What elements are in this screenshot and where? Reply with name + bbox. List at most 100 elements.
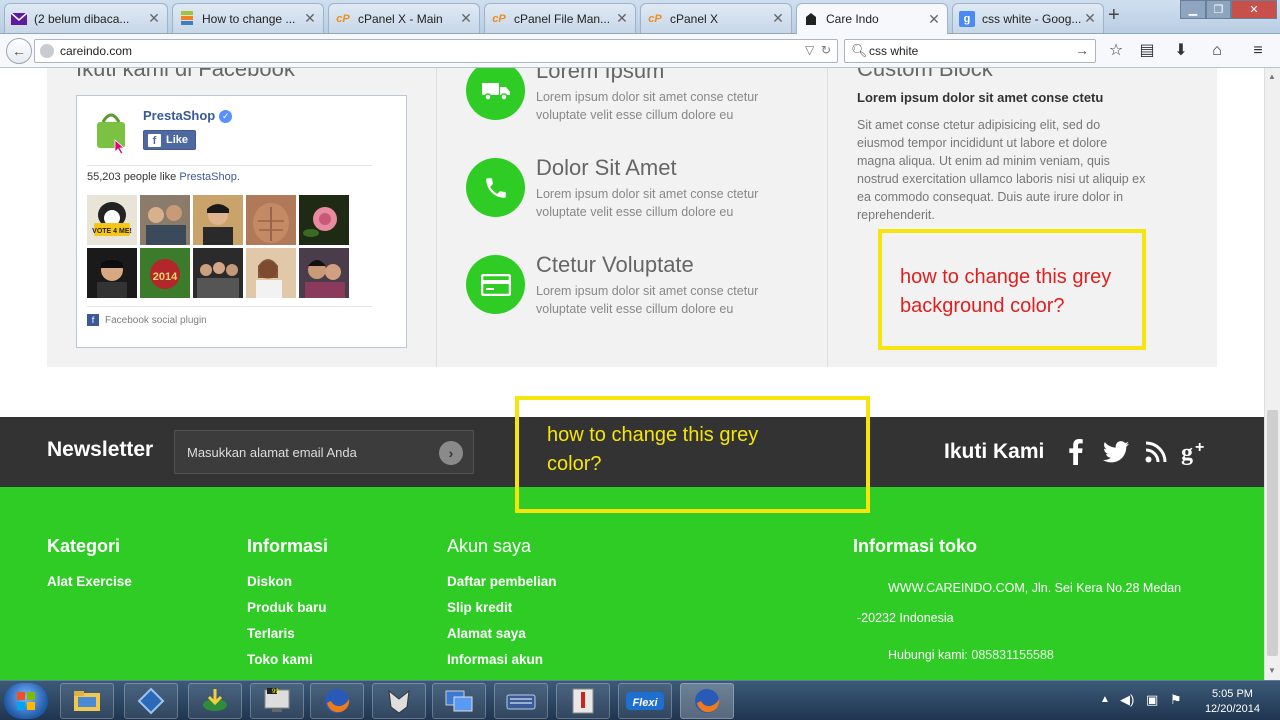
svg-text:g: g xyxy=(1181,440,1193,466)
footer-link-informasi-akun[interactable]: Informasi akun xyxy=(447,652,543,667)
scroll-up-arrow-icon[interactable]: ▲ xyxy=(1268,72,1276,81)
newsletter-title: Newsletter xyxy=(47,438,154,461)
twitter-icon[interactable] xyxy=(1102,437,1130,467)
footer-link-daftar-pembelian[interactable]: Daftar pembelian xyxy=(447,574,557,589)
svg-text:2014: 2014 xyxy=(153,271,178,283)
keyboard-app[interactable] xyxy=(494,683,548,719)
action-center-icon[interactable]: ⚑ xyxy=(1170,692,1182,708)
close-window-button[interactable]: ✕ xyxy=(1231,0,1277,19)
footer-link-terlaris[interactable]: Terlaris xyxy=(247,626,295,641)
green-footer: Kategori Alat Exercise Informasi Diskon … xyxy=(0,487,1264,680)
scroll-down-arrow-icon[interactable]: ▼ xyxy=(1268,666,1276,675)
monitor-app[interactable]: 99 xyxy=(250,683,304,719)
footer-link-produk-baru[interactable]: Produk baru xyxy=(247,600,327,615)
scrollbar-thumb[interactable] xyxy=(1267,410,1278,656)
close-tab-icon[interactable]: ✕ xyxy=(927,11,941,28)
tab-cpanel-main[interactable]: cP cPanel X - Main ✕ xyxy=(328,3,480,33)
google-plus-icon[interactable]: g + xyxy=(1180,437,1212,467)
reload-icon[interactable]: ↻ xyxy=(821,43,831,57)
store-phone-number[interactable]: 085831155588 xyxy=(971,648,1054,662)
vertical-scrollbar[interactable]: ▲ ▼ xyxy=(1264,68,1280,680)
tab-cpanel-x[interactable]: cP cPanel X ✕ xyxy=(640,3,792,33)
footer-link-alamat-saya[interactable]: Alamat saya xyxy=(447,626,526,641)
bookmark-star-icon[interactable]: ☆ xyxy=(1106,42,1126,62)
clock[interactable]: 5:05 PM 12/20/2014 xyxy=(1205,687,1260,717)
monitor-icon: 99 xyxy=(264,688,290,712)
feature-text: Lorem ipsum dolor sit amet conse ctetur … xyxy=(536,284,759,316)
rss-icon[interactable] xyxy=(1144,437,1168,467)
back-arrow-icon: ← xyxy=(12,43,26,59)
fan-avatar[interactable] xyxy=(246,248,296,298)
fan-avatar[interactable] xyxy=(246,195,296,245)
footer-akun-heading[interactable]: Akun saya xyxy=(447,536,531,557)
fan-avatar[interactable] xyxy=(87,248,137,298)
back-button[interactable]: ← xyxy=(6,38,32,64)
like-count: 55,203 people like PrestaShop. xyxy=(87,171,240,183)
fan-avatar[interactable] xyxy=(193,248,243,298)
downloads-icon[interactable]: ⬇ xyxy=(1171,42,1191,62)
firefox-icon xyxy=(695,689,720,713)
search-go-icon[interactable]: → xyxy=(1075,42,1089,58)
maximize-button[interactable]: ❐ xyxy=(1206,0,1231,19)
flexi-app[interactable]: Flexi xyxy=(618,683,672,719)
facebook-like-button[interactable]: f Like xyxy=(143,130,197,150)
show-hidden-icons-icon[interactable]: ▲ xyxy=(1100,694,1110,705)
fox-icon xyxy=(388,689,410,714)
footer-link-alat-exercise[interactable]: Alat Exercise xyxy=(47,574,132,589)
fan-avatar[interactable] xyxy=(193,195,243,245)
minimize-button[interactable]: ▁ xyxy=(1180,0,1206,19)
kaspersky-app[interactable] xyxy=(372,683,426,719)
remote-desktop-app[interactable] xyxy=(432,683,486,719)
new-tab-button[interactable]: + xyxy=(1108,4,1120,27)
close-tab-icon[interactable]: ✕ xyxy=(147,10,161,27)
page-link[interactable]: PrestaShop. xyxy=(179,171,240,183)
menu-icon[interactable]: ≡ xyxy=(1248,42,1268,62)
tab-google-search[interactable]: g css white - Goog... ✕ xyxy=(952,3,1104,33)
bookmarks-list-icon[interactable]: ▤ xyxy=(1137,42,1157,62)
tab-yahoo-mail[interactable]: (2 belum dibaca... ✕ xyxy=(4,3,168,33)
explorer-app[interactable] xyxy=(60,683,114,719)
footer-link-toko-kami[interactable]: Toko kami xyxy=(247,652,313,667)
fan-avatar[interactable]: 2014 xyxy=(140,248,190,298)
fan-avatar[interactable] xyxy=(140,195,190,245)
start-button[interactable] xyxy=(4,683,48,719)
svg-text:+: + xyxy=(1195,439,1204,456)
facebook-page-name[interactable]: PrestaShop ✓ xyxy=(143,108,233,123)
registry-app[interactable] xyxy=(556,683,610,719)
cpanel-icon: cP xyxy=(492,12,506,25)
firefox-active-app[interactable] xyxy=(680,683,734,719)
close-tab-icon[interactable]: ✕ xyxy=(1083,10,1097,27)
close-tab-icon[interactable]: ✕ xyxy=(459,10,473,27)
close-tab-icon[interactable]: ✕ xyxy=(303,10,317,27)
custom-block-heading: Custom Block xyxy=(857,68,993,81)
tab-how-to-change[interactable]: How to change ... ✕ xyxy=(172,3,324,33)
address-bar[interactable]: careindo.com ▽ ↻ xyxy=(34,39,838,63)
fan-avatar[interactable] xyxy=(299,248,349,298)
dropdown-arrow-icon[interactable]: ▽ xyxy=(805,43,814,57)
footer-link-slip-kredit[interactable]: Slip kredit xyxy=(447,600,512,615)
search-icon: 🔍︎ xyxy=(851,43,868,58)
newsletter-submit-icon[interactable]: › xyxy=(439,441,463,465)
close-tab-icon[interactable]: ✕ xyxy=(771,10,785,27)
firefox-app[interactable] xyxy=(310,683,364,719)
fan-avatar[interactable]: VOTE 4 ME! xyxy=(87,195,137,245)
firefox-icon xyxy=(325,689,350,713)
vpn-app[interactable] xyxy=(124,683,178,719)
facebook-icon[interactable] xyxy=(1066,437,1086,467)
fan-avatar[interactable] xyxy=(299,195,349,245)
network-status-icon[interactable]: ▣ xyxy=(1146,692,1158,708)
search-bar[interactable]: 🔍︎ css white → xyxy=(844,39,1096,63)
footer-link-diskon[interactable]: Diskon xyxy=(247,574,292,589)
home-icon[interactable]: ⌂ xyxy=(1207,42,1227,62)
tab-care-indo[interactable]: Care Indo ✕ xyxy=(796,3,948,34)
download-manager-app[interactable] xyxy=(188,683,242,719)
close-tab-icon[interactable]: ✕ xyxy=(615,10,629,27)
custom-block-text: Sit amet conse ctetur adipisicing elit, … xyxy=(857,118,1146,222)
phone-icon xyxy=(466,158,525,217)
newsletter-email-input[interactable]: Masukkan alamat email Anda › xyxy=(174,430,474,474)
facebook-plugin-label[interactable]: f Facebook social plugin xyxy=(87,314,207,326)
volume-icon[interactable]: ◀) xyxy=(1120,692,1134,708)
tab-cpanel-file-manager[interactable]: cP cPanel File Man... ✕ xyxy=(484,3,636,33)
globe-icon xyxy=(40,44,54,58)
email-placeholder: Masukkan alamat email Anda xyxy=(187,445,357,460)
